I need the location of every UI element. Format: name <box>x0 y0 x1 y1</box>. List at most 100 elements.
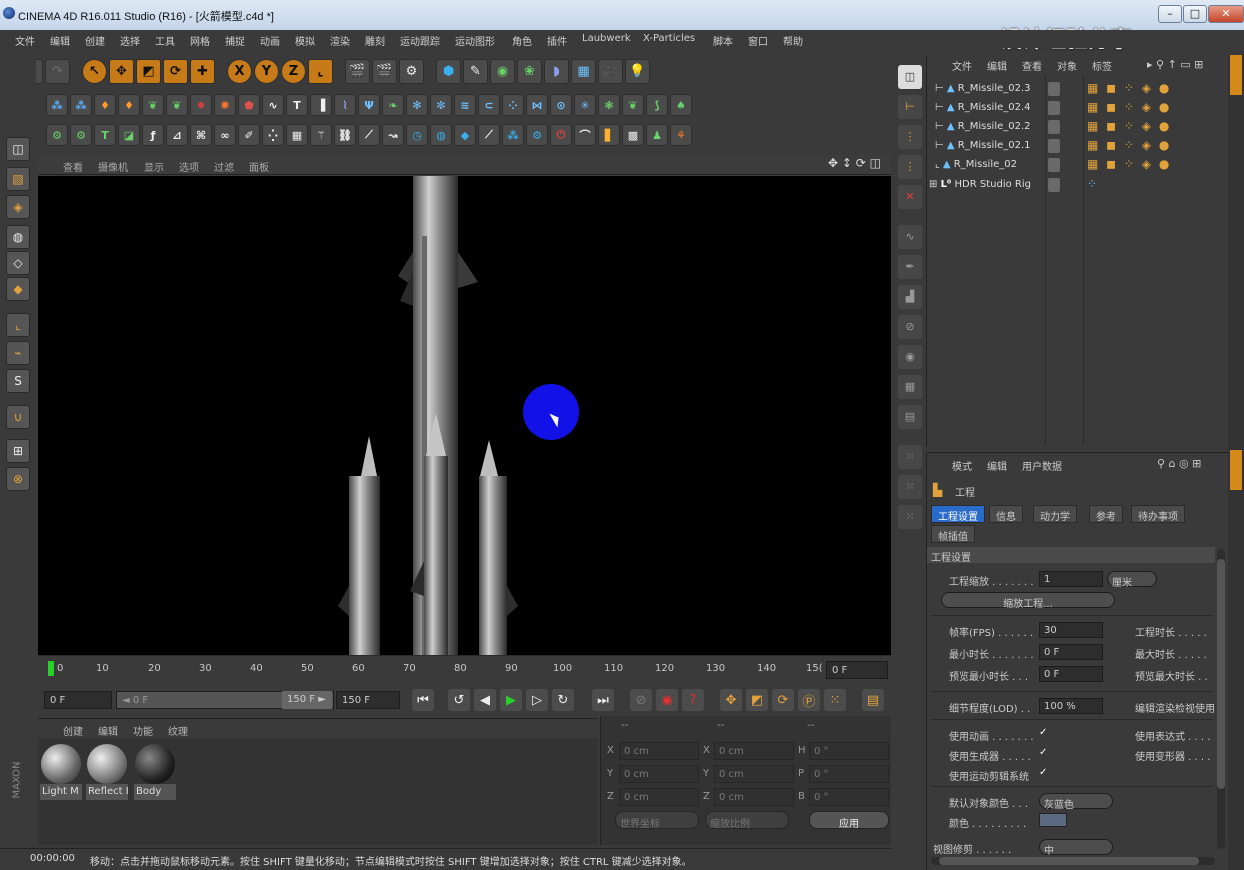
object-row[interactable]: ⊢ ▲ R_Missile_02.3 ▦ ◼ ⁘ ◈ ● <box>927 80 1229 99</box>
menu-file[interactable]: 文件 <box>15 33 35 48</box>
timeline-ruler[interactable]: 0 10 20 30 40 50 60 70 80 90 100 110 120… <box>38 655 891 685</box>
object-row[interactable]: ⊢ ▲ R_Missile_02.4 ▦ ◼ ⁘ ◈ ● <box>927 99 1229 118</box>
paint-bucket-icon[interactable]: ◉ <box>898 345 922 369</box>
go-to-start-icon[interactable]: ⏮ <box>412 689 434 711</box>
use-animation-checkbox[interactable]: ✓ <box>1039 727 1047 738</box>
array-icon[interactable]: ❀ <box>517 58 542 84</box>
size-y-field[interactable]: 0 cm <box>714 765 794 783</box>
menu-character[interactable]: 角色 <box>512 33 532 48</box>
end-frame-field[interactable]: 150 F <box>336 691 400 709</box>
playhead-marker[interactable] <box>48 661 54 676</box>
position-x-field[interactable]: 0 cm <box>619 742 699 760</box>
dock-tab-attributes[interactable] <box>1230 450 1242 490</box>
light-icon[interactable]: 💡 <box>625 58 650 84</box>
fork-icon[interactable]: Ψ <box>358 94 380 116</box>
range-slider-right[interactable]: 150 F ► <box>282 691 332 709</box>
next-frame-icon[interactable]: ▷ <box>526 689 548 711</box>
grass-icon[interactable]: ❦ <box>142 94 164 116</box>
rotation-h-field[interactable]: 0 ° <box>809 742 889 760</box>
grid-lock-icon[interactable]: ⊞ <box>6 439 30 463</box>
preview-min-field[interactable]: 0 F <box>1039 666 1103 682</box>
particle-icon[interactable]: ⁂ <box>46 94 68 116</box>
leaves-icon[interactable]: ❧ <box>382 94 404 116</box>
record-keys-icon[interactable]: ⊘ <box>630 689 652 711</box>
gear-icon[interactable]: ⚙ <box>46 124 68 146</box>
attr-menu-edit[interactable]: 编辑 <box>987 458 1007 473</box>
rotation-p-field[interactable]: 0 ° <box>809 765 889 783</box>
loop-icon[interactable]: ⊘ <box>898 315 922 339</box>
graph-icon[interactable]: ⊿ <box>166 124 188 146</box>
viewport-menu-view[interactable]: 查看 <box>63 159 83 174</box>
go-to-end-icon[interactable]: ⏭ <box>592 689 614 711</box>
visibility-toggle[interactable] <box>1048 120 1060 134</box>
points-mode-icon[interactable]: ◍ <box>6 225 30 249</box>
camera-icon[interactable]: 🎥 <box>598 58 623 84</box>
redo-icon[interactable]: ↷ <box>45 58 70 84</box>
key-pla-icon[interactable]: ⁙ <box>824 689 846 711</box>
polygons-mode-icon[interactable]: ◆ <box>6 277 30 301</box>
menu-xparticles[interactable]: X-Particles <box>643 33 695 44</box>
object-tags[interactable]: ▦ ◼ ⁘ ◈ ● <box>1087 157 1171 171</box>
keyframe-help-icon[interactable]: ? <box>682 689 704 711</box>
workplane-lock-icon[interactable]: ⊗ <box>6 467 30 491</box>
visibility-toggle[interactable] <box>1048 139 1060 153</box>
grass2-icon[interactable]: ❦ <box>166 94 188 116</box>
texture-mode-icon[interactable]: ▧ <box>6 167 30 191</box>
menu-help[interactable]: 帮助 <box>783 33 803 48</box>
material-menu-texture[interactable]: 纹理 <box>168 723 188 738</box>
object-menu-file[interactable]: 文件 <box>952 58 972 73</box>
key-scale-icon[interactable]: ◩ <box>746 689 768 711</box>
rotation-b-field[interactable]: 0 ° <box>809 788 889 806</box>
default-color-dropdown[interactable]: 灰蓝色 <box>1039 793 1113 811</box>
minimize-button[interactable]: – <box>1158 5 1182 23</box>
model-mode-icon[interactable]: ◫ <box>6 137 30 161</box>
menu-plugins[interactable]: 插件 <box>547 33 567 48</box>
scrollbar-thumb[interactable] <box>1217 559 1225 789</box>
play-icon[interactable]: ▶ <box>500 689 522 711</box>
size-x-field[interactable]: 0 cm <box>714 742 794 760</box>
viewport-menu-camera[interactable]: 摄像机 <box>98 159 128 174</box>
floor-icon[interactable]: ▦ <box>571 58 596 84</box>
dock-tab-objects[interactable] <box>1230 55 1242 95</box>
burst-icon[interactable]: ✺ <box>214 94 236 116</box>
axis-mode-icon[interactable]: ⌞ <box>6 313 30 337</box>
attr-menu-mode[interactable]: 模式 <box>952 458 972 473</box>
menu-create[interactable]: 创建 <box>85 33 105 48</box>
horizontal-scrollbar[interactable] <box>931 857 1215 865</box>
edges-mode-icon[interactable]: ◇ <box>6 251 30 275</box>
material-swatch[interactable]: Light M <box>40 744 82 804</box>
function-icon[interactable]: ƒ <box>142 124 164 146</box>
render-view-icon[interactable]: 🎬 <box>345 58 370 84</box>
menu-render[interactable]: 渲染 <box>330 33 350 48</box>
position-y-field[interactable]: 0 cm <box>619 765 699 783</box>
timeline-window-icon[interactable]: ▤ <box>862 689 884 711</box>
y-axis-lock-icon[interactable]: Y <box>254 58 279 84</box>
dots-grid2-icon[interactable]: ⁙ <box>898 475 922 499</box>
viewport-menu-options[interactable]: 选项 <box>179 159 199 174</box>
scale-value-field[interactable]: 1 <box>1039 571 1103 587</box>
object-row[interactable]: ⊞ L⁰ HDR Studio Rig ⁘ <box>927 176 1229 195</box>
object-menu-objects[interactable]: 对象 <box>1057 58 1077 73</box>
link-icon[interactable]: ∞ <box>214 124 236 146</box>
scale-tool-icon[interactable]: ◩ <box>136 58 161 84</box>
tab-reference[interactable]: 参考 <box>1089 505 1123 523</box>
object-menu-tags[interactable]: 标签 <box>1092 58 1112 73</box>
view-clipping-dropdown[interactable]: 中 <box>1039 839 1113 857</box>
person-icon[interactable]: ♟ <box>646 124 668 146</box>
render-picture-viewer-icon[interactable]: 🎬 <box>372 58 397 84</box>
next-key-icon[interactable]: ↻ <box>552 689 574 711</box>
viewport-menu-panel[interactable]: 面板 <box>249 159 269 174</box>
leaf-icon[interactable]: ❦ <box>622 94 644 116</box>
deformer-icon[interactable]: ◗ <box>544 58 569 84</box>
box-icon[interactable]: ◪ <box>118 124 140 146</box>
brush-icon[interactable]: ⌇ <box>334 94 356 116</box>
menu-edit[interactable]: 编辑 <box>50 33 70 48</box>
clock-icon[interactable]: ◷ <box>406 124 428 146</box>
fire2-icon[interactable]: ♦ <box>118 94 140 116</box>
prev-key-icon[interactable]: ↺ <box>448 689 470 711</box>
close-button[interactable]: ✕ <box>1208 5 1244 23</box>
tag-icon[interactable]: ⌘ <box>190 124 212 146</box>
menu-select[interactable]: 选择 <box>120 33 140 48</box>
attr-menu-userdata[interactable]: 用户数据 <box>1022 458 1062 473</box>
hierarchy-icon[interactable]: ⋮ <box>898 125 922 149</box>
